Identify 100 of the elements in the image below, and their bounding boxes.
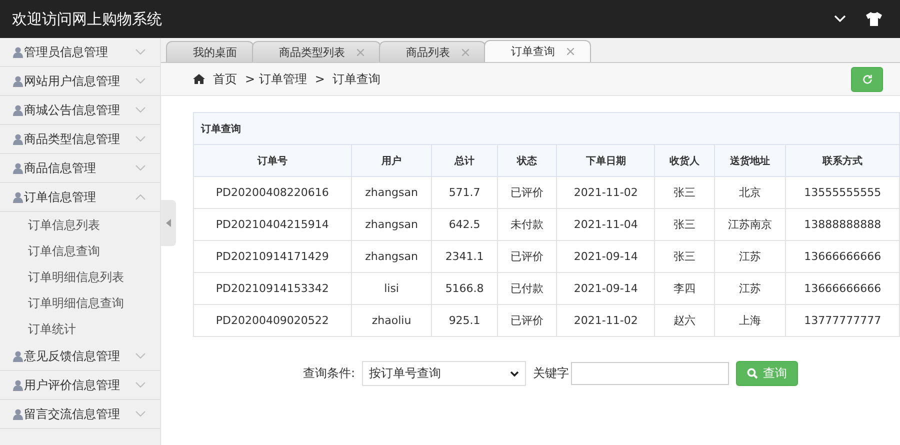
refresh-icon [862,74,872,84]
tab[interactable]: 商品类型列表 [252,41,381,62]
table-cell: 已评价 [497,176,557,208]
submenu-item[interactable]: 订单信息查询 [0,238,160,264]
table-cell: 13888888888 [786,208,900,240]
submenu-item[interactable]: 订单明细信息查询 [0,290,160,316]
menu-item[interactable]: 意见反馈信息管理 [0,342,160,371]
table-cell: 江苏 [714,272,786,304]
chevron-down-icon [510,370,520,376]
table-cell: zhangsan [351,208,432,240]
search-icon [747,368,758,379]
table-cell: 未付款 [497,208,557,240]
table-cell: 2021-09-14 [556,240,655,272]
menu-item[interactable]: 商品类型信息管理 [0,125,160,154]
menu-label: 商品类型信息管理 [24,130,121,148]
table-cell: 江苏 [714,240,786,272]
table-cell: PD20210914153342 [194,272,352,304]
user-icon [13,104,23,116]
table-cell: zhangsan [351,240,432,272]
table-cell: 张三 [654,240,714,272]
menu-label: 商品信息管理 [24,160,97,176]
keyword-label: 关键字 [533,365,570,382]
tab[interactable]: 我的桌面 [166,41,254,62]
column-header: 用户 [351,144,432,176]
table-title: 订单查询 [194,112,900,144]
column-header: 下单日期 [556,144,655,176]
user-icon [13,134,23,144]
menu-label: 留言交流信息管理 [24,406,121,422]
table-cell: 13666666666 [786,240,900,272]
menu-label: 网站用户信息管理 [24,72,121,90]
user-icon [13,380,23,390]
refresh-button[interactable] [851,66,883,92]
table-cell: 2021-11-02 [556,304,655,336]
column-header: 联系方式 [786,144,900,176]
table-cell: 张三 [654,176,714,208]
tab[interactable]: 订单查询 [484,40,591,62]
table-cell: 5166.8 [432,272,498,304]
menu-item[interactable]: 订单信息管理 [0,183,160,212]
column-header: 总计 [432,144,498,176]
collapse-handle[interactable] [161,200,176,246]
table-cell: 13666666666 [786,272,900,304]
menu-item[interactable]: 商城公告信息管理 [0,96,160,125]
submenu-item[interactable]: 订单明细信息列表 [0,264,160,290]
table-cell: 13555555555 [786,176,900,208]
table-cell: 已评价 [497,304,557,336]
close-icon[interactable] [357,48,364,56]
column-header: 订单号 [194,144,352,176]
menu-label: 商城公告信息管理 [24,102,121,118]
column-header: 收货人 [654,144,714,176]
keyword-field[interactable] [571,362,730,385]
user-icon [13,192,23,202]
table-cell: 2021-09-14 [556,272,655,304]
user-icon [13,76,23,86]
user-icon [13,350,23,362]
submenu-item[interactable]: 订单统计 [0,316,160,342]
menu-item[interactable]: 商品信息管理 [0,154,160,183]
table-cell: 上海 [714,304,786,336]
tab[interactable]: 商品列表 [379,41,486,62]
menu-item[interactable]: 留言交流信息管理 [0,400,160,429]
condition-label: 查询条件: [303,365,356,382]
breadcrumb-item: > 订单查询 [314,70,381,88]
close-icon[interactable] [462,48,469,56]
table-cell: PD20200409020522 [194,304,352,336]
table-cell: 北京 [714,176,786,208]
table-cell: PD20210404215914 [194,208,352,240]
column-header: 送货地址 [714,144,786,176]
column-header: 状态 [497,144,557,176]
menu-label: 用户评价信息管理 [24,376,121,394]
menu-item[interactable]: 用户评价信息管理 [0,371,160,400]
close-icon[interactable] [567,48,574,55]
table-cell: zhaoliu [351,304,432,336]
table-cell: zhangsan [351,176,432,208]
t-shirt-icon[interactable] [866,12,882,26]
breadcrumb-item: > 订单管理 [245,70,307,88]
table-cell: 赵六 [654,304,714,336]
table-cell: 已评价 [497,240,557,272]
table-cell: 642.5 [432,208,498,240]
menu-item[interactable]: 管理员信息管理 [0,38,160,67]
menu-item[interactable]: 网站用户信息管理 [0,67,160,96]
chevron-down-icon[interactable] [834,15,846,23]
table-cell: 2341.1 [432,240,498,272]
table-cell: 张三 [654,208,714,240]
table-cell: 925.1 [432,304,498,336]
condition-select[interactable]: 按订单号查询 [362,361,526,386]
table-cell: 571.7 [432,176,498,208]
table-cell: 已付款 [497,272,557,304]
menu-label: 订单信息管理 [24,188,97,206]
submenu-item[interactable]: 订单信息列表 [0,212,160,238]
user-icon [13,162,23,174]
triangle-left-icon [166,219,171,227]
user-icon [13,408,23,420]
menu-label: 意见反馈信息管理 [24,348,121,364]
home-icon [193,74,205,84]
site-title: 欢迎访问网上购物系统 [12,10,163,28]
table-cell: lisi [351,272,432,304]
breadcrumb-item[interactable]: 首页 [213,70,237,88]
table-cell: PD20200408220616 [194,176,352,208]
table-cell: 2021-11-02 [556,176,655,208]
table-cell: PD20210914171429 [194,240,352,272]
table-cell: 13777777777 [786,304,900,336]
